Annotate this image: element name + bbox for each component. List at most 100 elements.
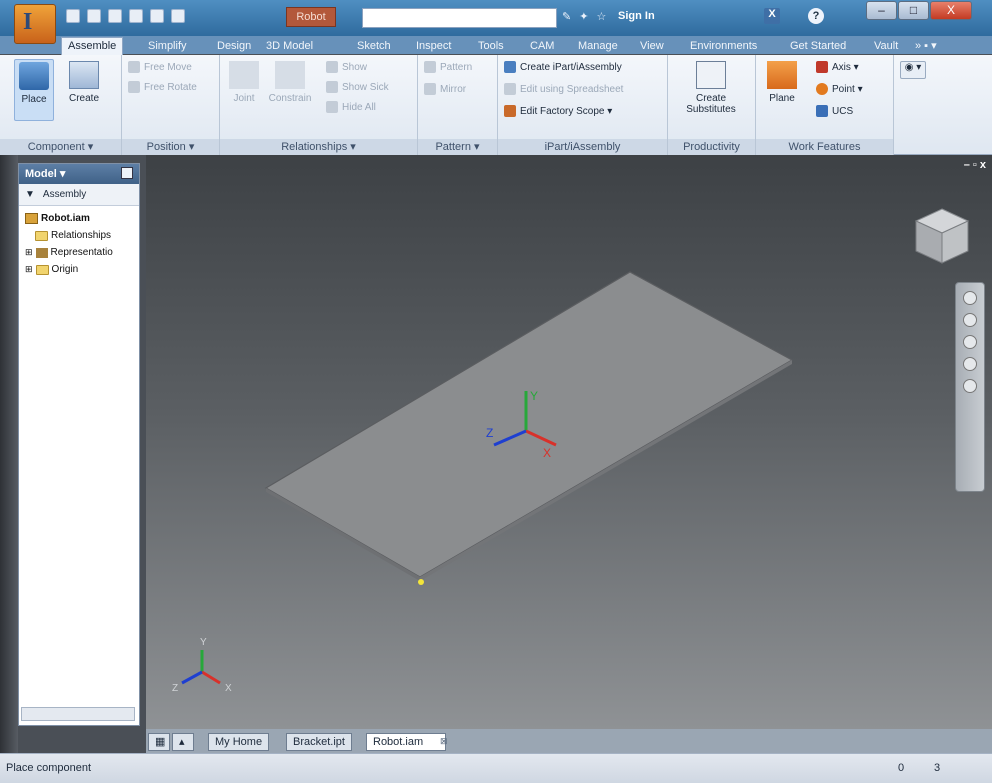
tree-node-root[interactable]: Robot.iam (25, 210, 133, 227)
browser-title[interactable]: Model ▾ (25, 164, 65, 184)
panel-title-pattern[interactable]: Pattern ▾ (418, 139, 497, 155)
constrain-button[interactable]: Constrain (266, 59, 314, 121)
status-text: Place component (6, 762, 91, 774)
scene: Y X Z Y X Z (172, 271, 794, 694)
browser-horizontal-scrollbar[interactable] (21, 707, 135, 721)
close-tab-icon[interactable]: ⊠ (440, 736, 448, 747)
favorites-icon[interactable]: ☆ (596, 10, 606, 23)
screen-edge (0, 155, 18, 753)
tab-manage[interactable]: Manage (578, 38, 618, 56)
panel-title-component[interactable]: Component ▾ (0, 139, 121, 155)
tree-node-origin[interactable]: ⊞ Origin (25, 261, 133, 278)
steering-wheel-icon[interactable] (963, 291, 977, 305)
orbit-icon[interactable] (963, 357, 977, 371)
hide-all-button[interactable]: Hide All (326, 101, 376, 113)
tree-node-representations[interactable]: ⊞ Representatio (25, 244, 133, 261)
exchange-icon[interactable]: X (764, 8, 780, 24)
open-icon[interactable] (87, 9, 101, 23)
plate-top-face[interactable] (264, 271, 794, 578)
plane-icon (767, 61, 797, 89)
view-axis-indicator: Y X Z (172, 637, 232, 694)
ucs-x-label: X (543, 446, 551, 460)
application-menu-button[interactable]: I (14, 4, 56, 44)
search-input[interactable] (362, 8, 557, 28)
show-sick-button[interactable]: Show Sick (326, 81, 389, 93)
browser-header: Model ▾ (19, 164, 139, 184)
tab-vault[interactable]: Vault (874, 38, 898, 56)
tree-node-relationships[interactable]: Relationships (25, 227, 133, 244)
assembly-view-button[interactable]: Assembly (43, 189, 86, 200)
create-ipart-button[interactable]: Create iPart/iAssembly (504, 61, 622, 73)
tab-inspect[interactable]: Inspect (416, 38, 451, 56)
tab-environments[interactable]: Environments (690, 38, 757, 56)
place-button[interactable]: Place (14, 59, 54, 121)
pattern-button[interactable]: Pattern (424, 61, 472, 73)
ucs-button[interactable]: UCS (816, 105, 853, 117)
pattern-icon (424, 61, 436, 73)
close-button[interactable]: X (930, 1, 972, 20)
search-tool-icon[interactable]: ✎ (562, 10, 571, 23)
look-at-icon[interactable] (963, 379, 977, 393)
tab-cam[interactable]: CAM (530, 38, 554, 56)
maximize-button[interactable]: □ (898, 1, 929, 20)
substitutes-icon (696, 61, 726, 89)
redo-icon[interactable] (150, 9, 164, 23)
edit-factory-scope-button[interactable]: Edit Factory Scope ▾ (504, 105, 612, 117)
create-label: Create (68, 93, 99, 104)
tab-3d-model[interactable]: 3D Model (266, 38, 313, 56)
joint-button[interactable]: Joint (224, 59, 264, 121)
joint-icon (229, 61, 259, 89)
tab-list-icon[interactable]: ▴ (172, 733, 194, 751)
expand-icon[interactable]: ⊞ (25, 261, 33, 278)
save-icon[interactable] (108, 9, 122, 23)
help-icon[interactable]: ? (808, 8, 824, 24)
tab-assemble[interactable]: Assemble (61, 37, 124, 56)
tab-design[interactable]: Design (217, 38, 251, 56)
sign-in-link[interactable]: Sign In (618, 10, 655, 22)
free-rotate-button[interactable]: Free Rotate (128, 81, 197, 93)
graphics-viewport[interactable]: – ▫ x Y X Z Y X Z (146, 155, 992, 729)
minimize-button[interactable]: – (866, 1, 897, 20)
tile-icon[interactable]: ▦ (148, 733, 170, 751)
filter-icon[interactable]: ▼ (25, 189, 35, 200)
communication-icon[interactable]: ✦ (579, 10, 588, 23)
ribbon-overflow-icon[interactable]: » ▪ ▾ (915, 38, 937, 56)
new-icon[interactable] (66, 9, 80, 23)
window-controls: – □ X (866, 1, 972, 20)
expand-icon[interactable]: ⊞ (25, 244, 33, 261)
panel-title-position[interactable]: Position ▾ (122, 139, 219, 155)
tab-tools[interactable]: Tools (478, 38, 504, 56)
create-component-button[interactable]: Create (64, 59, 104, 121)
edit-spreadsheet-button[interactable]: Edit using Spreadsheet (504, 83, 623, 95)
pan-icon[interactable] (963, 313, 977, 327)
status-count-a: 0 (898, 762, 905, 774)
representations-icon (35, 247, 48, 258)
panel-title-relationships[interactable]: Relationships ▾ (220, 139, 417, 155)
tab-view[interactable]: View (640, 38, 664, 56)
origin-point-marker[interactable] (418, 579, 424, 585)
folder-icon (35, 264, 49, 275)
tab-sketch[interactable]: Sketch (357, 38, 391, 56)
mirror-button[interactable]: Mirror (424, 83, 466, 95)
point-button[interactable]: Point ▾ (816, 83, 863, 95)
browser-search-icon[interactable] (121, 167, 133, 179)
show-button[interactable]: Show (326, 61, 367, 73)
ribbon: Place Create Component ▾ Free Move Free … (0, 55, 992, 155)
doc-tab-my-home[interactable]: My Home (208, 733, 270, 751)
panel-work-features: Plane Axis ▾ Point ▾ UCS Work Features (756, 55, 894, 155)
free-move-button[interactable]: Free Move (128, 61, 192, 73)
home-icon[interactable] (171, 9, 185, 23)
ribbon-options-button[interactable]: ◉ ▾ (900, 61, 926, 79)
tab-simplify[interactable]: Simplify (148, 38, 187, 56)
doc-tab-bracket[interactable]: Bracket.ipt (286, 733, 352, 751)
create-substitutes-button[interactable]: Create Substitutes (678, 59, 744, 121)
plane-button[interactable]: Plane (762, 59, 802, 121)
browser-tree: Robot.iam Relationships ⊞ Representatio … (19, 206, 139, 282)
zoom-icon[interactable] (963, 335, 977, 349)
axis-button[interactable]: Axis ▾ (816, 61, 859, 73)
viewcube[interactable] (910, 205, 974, 267)
inventor-logo-icon: I (23, 9, 33, 35)
undo-icon[interactable] (129, 9, 143, 23)
doc-tab-robot[interactable]: Robot.iam (366, 733, 447, 751)
tab-get-started[interactable]: Get Started (790, 38, 846, 56)
